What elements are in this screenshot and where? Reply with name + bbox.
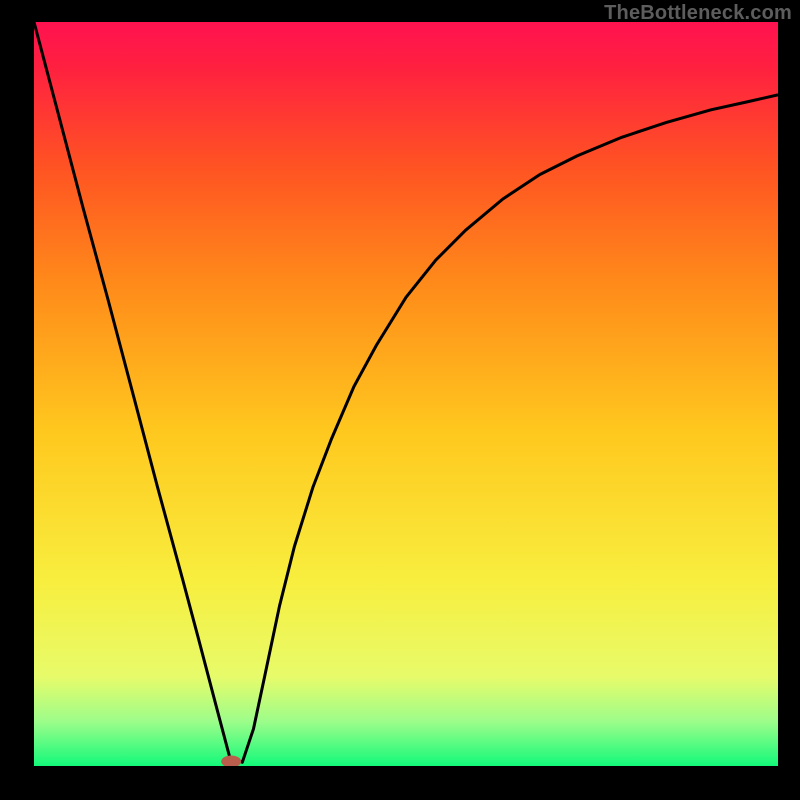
minimum-marker: [221, 756, 241, 767]
watermark-text: TheBottleneck.com: [604, 2, 792, 25]
curve-layer: [34, 22, 778, 766]
plot-area: [34, 22, 778, 766]
bottleneck-curve: [34, 22, 778, 762]
chart-frame: TheBottleneck.com: [0, 0, 800, 800]
